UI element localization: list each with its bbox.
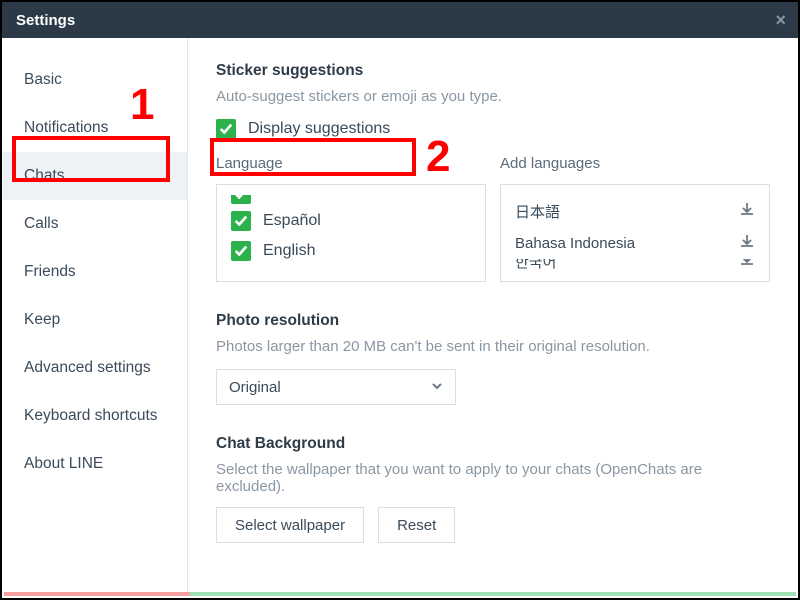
bottom-color-bar [4, 592, 796, 596]
chevron-down-icon [431, 379, 443, 396]
add-language-list[interactable]: 日本語 Bahasa Indonesia 한국어 [500, 184, 770, 282]
sidebar-item-friends[interactable]: Friends [2, 248, 187, 296]
sticker-heading: Sticker suggestions [216, 62, 770, 80]
sidebar-item-basic[interactable]: Basic [2, 56, 187, 104]
select-value: Original [229, 379, 281, 396]
window-title: Settings [16, 12, 75, 29]
sidebar-item-about[interactable]: About LINE [2, 440, 187, 488]
download-icon[interactable] [739, 201, 755, 222]
button-label: Select wallpaper [235, 517, 345, 534]
sidebar-item-label: Advanced settings [24, 359, 151, 377]
download-icon [739, 259, 755, 272]
add-language-label: Bahasa Indonesia [515, 235, 635, 252]
add-language-item[interactable]: 日本語 [515, 195, 755, 227]
background-buttons: Select wallpaper Reset [216, 507, 770, 543]
add-language-label: 한국어 [515, 259, 556, 272]
add-language-item-truncated: 한국어 [515, 259, 755, 273]
language-label: English [263, 242, 315, 260]
display-suggestions-row[interactable]: Display suggestions [216, 119, 770, 139]
add-language-label: 日本語 [515, 201, 560, 222]
download-icon[interactable] [739, 233, 755, 254]
select-wallpaper-button[interactable]: Select wallpaper [216, 507, 364, 543]
content-pane: Sticker suggestions Auto-suggest sticker… [188, 38, 798, 592]
photo-desc: Photos larger than 20 MB can't be sent i… [216, 338, 770, 355]
sticker-desc: Auto-suggest stickers or emoji as you ty… [216, 88, 770, 105]
display-suggestions-label: Display suggestions [248, 120, 390, 138]
titlebar: Settings × [2, 2, 798, 38]
sidebar-item-shortcuts[interactable]: Keyboard shortcuts [2, 392, 187, 440]
reset-button[interactable]: Reset [378, 507, 455, 543]
close-icon[interactable]: × [775, 10, 786, 31]
sidebar-item-notifications[interactable]: Notifications [2, 104, 187, 152]
checkbox-checked-icon [231, 195, 251, 204]
sidebar-item-label: Chats [24, 167, 65, 185]
sidebar-item-label: Keep [24, 311, 60, 329]
sidebar-item-calls[interactable]: Calls [2, 200, 187, 248]
sidebar-item-label: Basic [24, 71, 62, 89]
add-language-item[interactable]: Bahasa Indonesia [515, 227, 755, 259]
settings-window: Settings × Basic Notifications Chats Cal… [0, 0, 800, 600]
sidebar-item-label: Calls [24, 215, 58, 233]
checkbox-checked-icon[interactable] [231, 241, 251, 261]
sidebar-item-advanced[interactable]: Advanced settings [2, 344, 187, 392]
language-subhead: Language [216, 155, 486, 172]
sidebar-item-chats[interactable]: Chats [2, 152, 187, 200]
window-body: Basic Notifications Chats Calls Friends … [2, 38, 798, 592]
language-item[interactable]: Español [231, 211, 471, 231]
background-heading: Chat Background [216, 435, 770, 453]
sidebar: Basic Notifications Chats Calls Friends … [2, 38, 188, 592]
language-item-truncated [231, 195, 471, 205]
language-item[interactable]: English [231, 241, 471, 261]
sidebar-item-label: Keyboard shortcuts [24, 407, 158, 425]
sidebar-item-label: About LINE [24, 455, 103, 473]
background-desc: Select the wallpaper that you want to ap… [216, 461, 770, 495]
sidebar-item-label: Notifications [24, 119, 108, 137]
sidebar-item-label: Friends [24, 263, 76, 281]
add-languages-subhead: Add languages [500, 155, 770, 172]
language-columns: Español English 日本語 Bahasa Indonesia [216, 184, 770, 282]
photo-heading: Photo resolution [216, 312, 770, 330]
checkbox-checked-icon[interactable] [216, 119, 236, 139]
button-label: Reset [397, 517, 436, 534]
photo-resolution-select[interactable]: Original [216, 369, 456, 405]
language-list[interactable]: Español English [216, 184, 486, 282]
sidebar-item-keep[interactable]: Keep [2, 296, 187, 344]
checkbox-checked-icon[interactable] [231, 211, 251, 231]
language-label: Español [263, 212, 321, 230]
